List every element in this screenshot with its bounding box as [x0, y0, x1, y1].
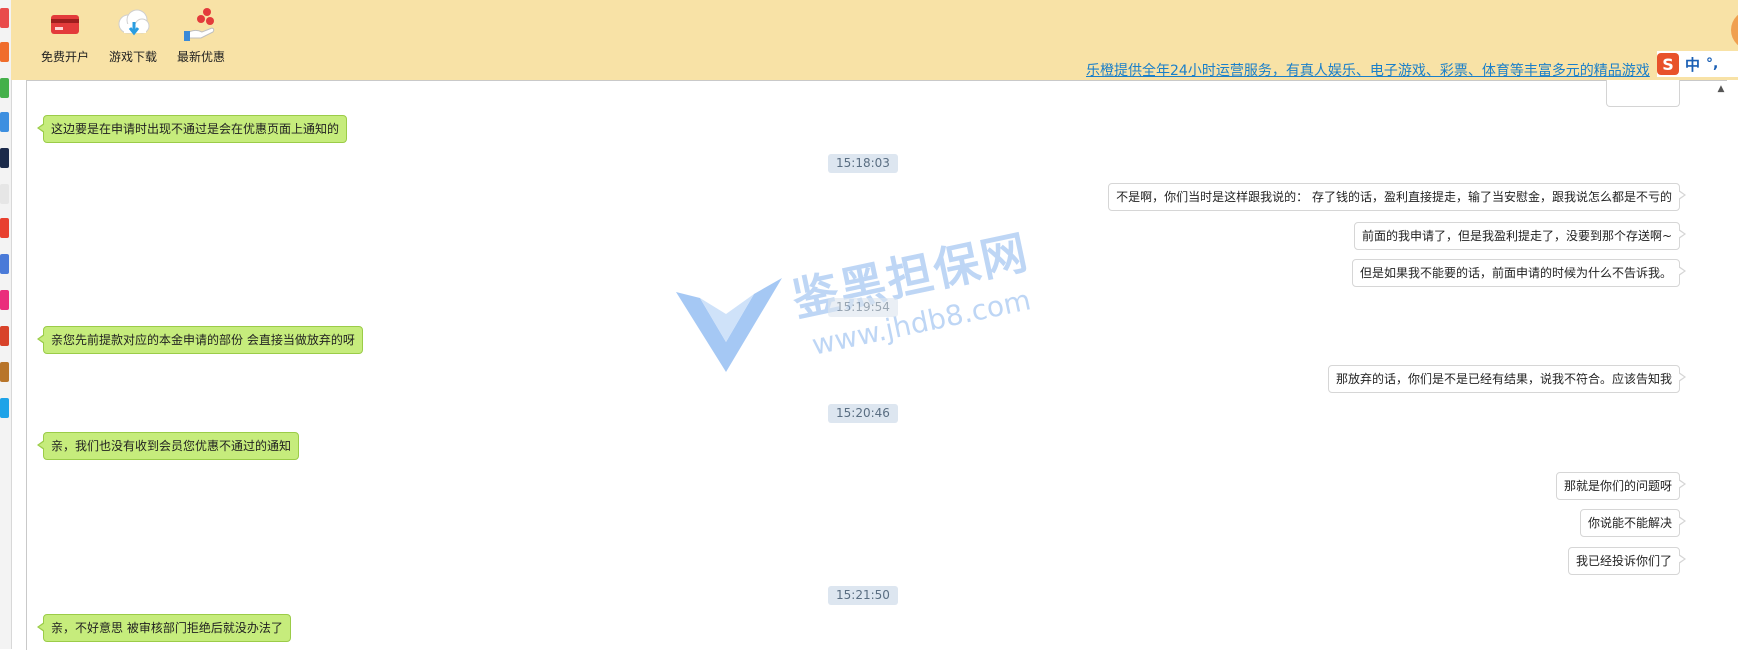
avatar[interactable] [1731, 10, 1738, 50]
taskbar-app-icon[interactable] [0, 78, 9, 98]
incoming-message: 亲，我们也没有收到会员您优惠不通过的通知 [36, 432, 300, 460]
taskbar-app-icon[interactable] [0, 218, 9, 238]
message-timestamp: 15:20:46 [828, 404, 898, 423]
outgoing-message: 那放弃的话，你们是不是已经有结果，说我不符合。应该告知我 [1327, 365, 1687, 393]
sogou-logo-icon: S [1657, 53, 1679, 75]
taskbar-app-icon[interactable] [0, 254, 9, 274]
service-notice-link[interactable]: 乐橙提供全年24小时运营服务，有真人娱乐、电子游戏、彩票、体育等丰富多元的精品游… [1086, 60, 1650, 80]
left-taskbar [0, 0, 12, 649]
toolbar-open-account-button[interactable]: 免费开户 [29, 4, 101, 64]
taskbar-app-icon[interactable] [0, 112, 9, 132]
toolbar-latest-promo-button[interactable]: 最新优惠 [165, 4, 237, 64]
taskbar-app-icon[interactable] [0, 184, 9, 204]
outgoing-message: 不是啊，你们当时是这样跟我说的： 存了钱的话，盈利直接提走，输了当安慰金，跟我说… [1108, 183, 1686, 211]
outgoing-message: 但是如果我不能要的话，前面申请的时候为什么不告诉我。 [1351, 259, 1687, 287]
incoming-message: 这边要是在申请时出现不通过是会在优惠页面上通知的 [36, 115, 348, 143]
outgoing-message: 前面的我申请了，但是我盈利提走了，没要到那个存送啊~ [1353, 222, 1687, 250]
message-timestamp: 15:21:50 [828, 586, 898, 605]
scroll-up-arrow-icon[interactable]: ▲ [1716, 84, 1726, 94]
incoming-message: 亲，不好意思 被审核部门拒绝后就没办法了 [37, 614, 291, 642]
taskbar-app-icon[interactable] [0, 148, 9, 168]
message-timestamp: 15:19:54 [828, 298, 898, 317]
outgoing-message: 你说能不能解决 [1579, 509, 1687, 537]
incoming-message: 亲您先前提款对应的本金申请的部份 会直接当做放弃的呀 [37, 326, 363, 354]
message-bubble-partial [1606, 80, 1680, 107]
ime-toolbar[interactable]: S 中 °, [1657, 51, 1738, 77]
outgoing-message: 我已经投诉你们了 [1567, 547, 1687, 575]
toolbar-item-label: 最新优惠 [176, 50, 225, 64]
taskbar-app-icon[interactable] [0, 398, 9, 418]
toolbar-item-label: 免费开户 [40, 50, 89, 64]
ime-punctuation-toggle[interactable]: °, [1706, 56, 1718, 72]
toolbar-game-download-button[interactable]: 游戏下载 [97, 4, 169, 64]
message-timestamp: 15:18:03 [828, 154, 898, 173]
toolbar-item-label: 游戏下载 [108, 50, 157, 64]
taskbar-app-icon[interactable] [0, 362, 9, 382]
ime-mode-toggle[interactable]: 中 [1685, 54, 1700, 75]
outgoing-message: 那就是你们的问题呀 [1555, 472, 1687, 500]
cloud-download-icon [118, 9, 150, 36]
credit-card-icon [51, 15, 79, 34]
taskbar-app-icon[interactable] [0, 42, 9, 62]
taskbar-app-icon[interactable] [0, 326, 9, 346]
hand-coins-icon [184, 8, 215, 41]
taskbar-app-icon[interactable] [0, 290, 9, 310]
taskbar-app-icon[interactable] [0, 8, 9, 28]
